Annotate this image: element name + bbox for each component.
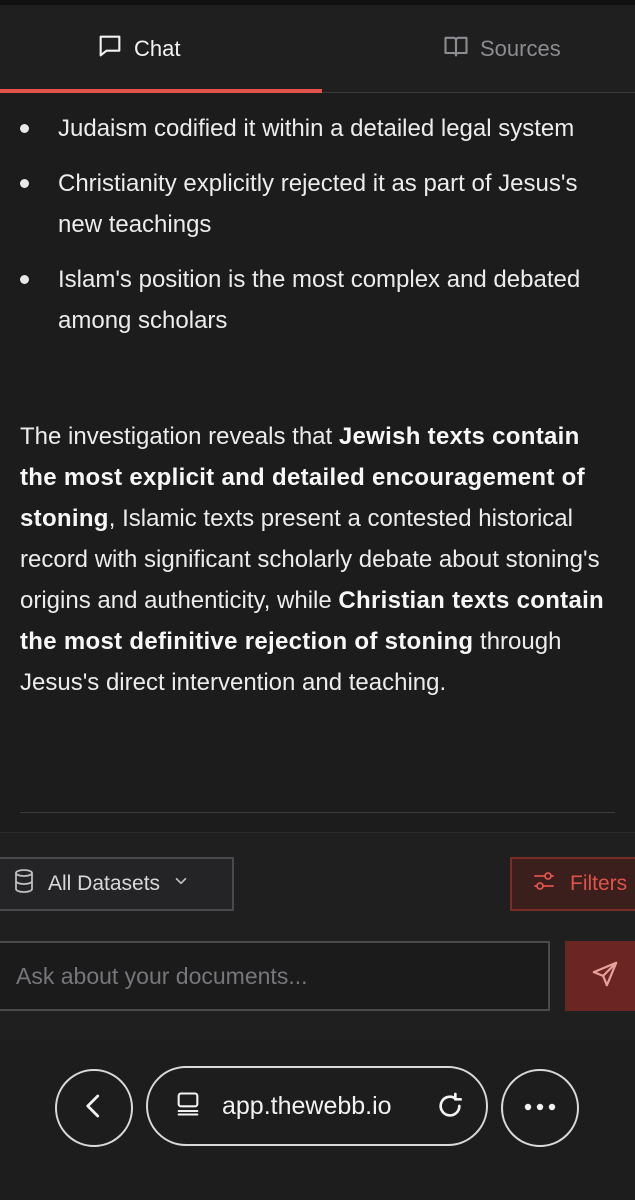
input-controls: All Datasets Filters <box>0 832 635 1040</box>
tab-sources[interactable]: Sources <box>442 5 561 93</box>
message-divider <box>20 812 615 813</box>
send-button[interactable] <box>565 941 635 1011</box>
bullet-icon <box>20 275 29 284</box>
book-icon <box>442 32 470 66</box>
tab-bar: Chat Sources <box>0 5 635 93</box>
browser-bar: app.thewebb.io <box>0 1040 635 1200</box>
tab-sources-label: Sources <box>480 36 561 61</box>
chat-icon <box>96 32 124 66</box>
list-item: Christianity explicitly rejected it as p… <box>0 163 635 245</box>
more-icon <box>523 1099 557 1117</box>
page-icon <box>174 1090 202 1123</box>
summary-paragraph: The investigation reveals that Jewish te… <box>20 416 610 703</box>
filters-label: Filters <box>570 872 628 895</box>
filters-button[interactable]: Filters <box>510 857 635 911</box>
database-icon <box>12 868 36 900</box>
bullet-icon <box>20 124 29 133</box>
app-root: Chat Sources Judaism codified it within … <box>0 0 635 1200</box>
tab-chat[interactable]: Chat <box>96 5 180 93</box>
tab-chat-label: Chat <box>134 36 181 61</box>
more-options-button[interactable] <box>501 1069 579 1147</box>
chevron-left-icon <box>79 1091 109 1126</box>
summary-text: The investigation reveals that <box>20 423 339 450</box>
chevron-down-icon <box>172 872 190 896</box>
bullet-list: Judaism codified it within a detailed le… <box>0 108 635 355</box>
dataset-select[interactable]: All Datasets <box>0 857 234 911</box>
list-item: Judaism codified it within a detailed le… <box>0 108 635 149</box>
list-item-text: Judaism codified it within a detailed le… <box>58 115 575 142</box>
reload-icon[interactable] <box>434 1090 466 1127</box>
send-icon <box>590 959 620 994</box>
ask-input[interactable] <box>0 941 550 1011</box>
sliders-icon <box>532 869 556 899</box>
active-tab-indicator <box>0 89 322 93</box>
back-button[interactable] <box>55 1069 133 1147</box>
dataset-select-label: All Datasets <box>48 872 161 895</box>
url-text: app.thewebb.io <box>222 1091 392 1120</box>
list-item-text: Christianity explicitly rejected it as p… <box>58 170 578 238</box>
address-bar[interactable]: app.thewebb.io <box>146 1066 488 1146</box>
chat-message-area[interactable]: Judaism codified it within a detailed le… <box>0 94 635 832</box>
list-item-text: Islam's position is the most complex and… <box>58 266 581 334</box>
bullet-icon <box>20 179 29 188</box>
list-item: Islam's position is the most complex and… <box>0 259 635 341</box>
